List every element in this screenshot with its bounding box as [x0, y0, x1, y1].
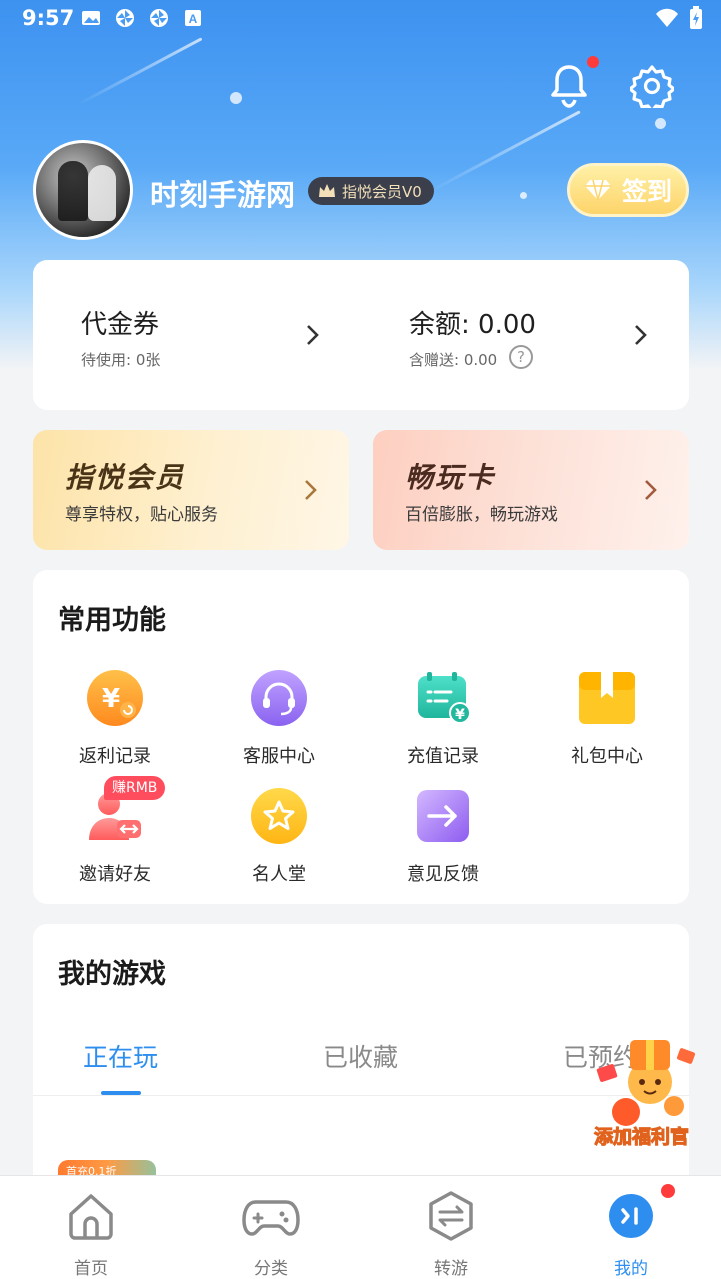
nav-mine[interactable]: 我的 [581, 1190, 681, 1279]
nav-home[interactable]: 首页 [41, 1190, 141, 1279]
nav-notification-dot [661, 1184, 675, 1198]
section-title: 常用功能 [58, 605, 166, 636]
vip-badge-label: 指悦会员V0 [342, 182, 422, 201]
wifi-icon [656, 8, 678, 27]
function-label: 充值记录 [407, 746, 479, 767]
checkin-label: 签到 [621, 177, 672, 206]
image-icon [82, 11, 100, 25]
chevron-right-icon [305, 480, 317, 500]
star-icon [251, 788, 307, 844]
username: 时刻手游网 [150, 178, 296, 212]
vip-level-badge[interactable]: 指悦会员V0 [308, 177, 434, 205]
home-icon [69, 1194, 113, 1240]
earn-rmb-badge: 赚RMB [104, 776, 166, 800]
bell-icon[interactable] [548, 62, 590, 108]
help-icon[interactable]: ? [509, 345, 533, 369]
vip-card-subtitle: 尊享特权，贴心服务 [65, 505, 218, 525]
crown-icon [319, 184, 335, 197]
chevron-right-icon [307, 325, 319, 345]
bottom-navigation: 首页 分类 转游 我的 [0, 1175, 721, 1279]
recharge-icon: ¥ [418, 672, 471, 724]
chevron-right-icon [645, 480, 657, 500]
pinwheel-icon [116, 9, 134, 27]
transfer-icon [429, 1191, 473, 1241]
checkin-button[interactable]: 签到 [567, 163, 689, 217]
function-label: 客服中心 [243, 746, 315, 767]
feedback-icon [417, 790, 469, 842]
function-label: 邀请好友 [79, 864, 151, 885]
vip-card-title: 指悦会员 [65, 461, 186, 494]
font-a-icon: A [185, 10, 201, 26]
play-card-subtitle: 百倍膨胀，畅玩游戏 [405, 505, 558, 525]
function-label: 意见反馈 [407, 864, 479, 885]
diamond-icon [584, 179, 611, 201]
function-gift-center[interactable]: 礼包中心 [547, 670, 667, 768]
voucher-title: 代金券 [81, 310, 160, 340]
battery-charging-icon [690, 6, 702, 29]
nav-label: 分类 [254, 1259, 288, 1279]
welfare-assistant-float[interactable]: 添加福利官 [590, 1036, 712, 1149]
welfare-label: 添加福利官 [593, 1126, 690, 1149]
function-hall-of-fame[interactable]: 名人堂 [219, 788, 339, 886]
vip-membership-card[interactable]: 指悦会员 尊享特权，贴心服务 [33, 430, 349, 550]
tab-playing[interactable]: 正在玩 [83, 1038, 158, 1074]
nav-label: 首页 [74, 1259, 108, 1279]
play-card-card[interactable]: 畅玩卡 百倍膨胀，畅玩游戏 [373, 430, 689, 550]
function-label: 返利记录 [79, 746, 151, 767]
function-invite-friends[interactable]: 邀请好友 [55, 788, 175, 886]
function-label: 名人堂 [252, 864, 306, 885]
balance-title: 余额: 0.00 [409, 310, 536, 340]
pinwheel-icon [150, 9, 168, 27]
nav-label: 我的 [614, 1259, 648, 1279]
svg-text:¥: ¥ [455, 707, 465, 723]
headset-icon [251, 670, 307, 726]
gift-box-icon [579, 672, 635, 724]
profile-icon [609, 1194, 653, 1238]
avatar[interactable] [33, 140, 133, 240]
nav-category[interactable]: 分类 [221, 1190, 321, 1279]
function-rebate-records[interactable]: ¥ 返利记录 [55, 670, 175, 768]
gift-mascot-icon [596, 1040, 696, 1126]
chevron-right-icon [635, 325, 647, 345]
function-feedback[interactable]: 意见反馈 [383, 788, 503, 886]
svg-text:¥: ¥ [102, 684, 120, 714]
status-bar: 9:57 A [0, 0, 721, 38]
function-customer-service[interactable]: 客服中心 [219, 670, 339, 768]
nav-transfer[interactable]: 转游 [401, 1190, 501, 1279]
section-title: 我的游戏 [58, 959, 166, 990]
play-card-title: 畅玩卡 [405, 461, 496, 494]
function-label: 礼包中心 [571, 746, 643, 767]
notification-dot [587, 56, 599, 68]
status-time: 9:57 [22, 6, 75, 30]
nav-label: 转游 [434, 1259, 468, 1279]
voucher-count: 待使用: 0张 [81, 351, 161, 369]
gear-icon[interactable] [630, 64, 674, 108]
gamepad-icon [242, 1200, 300, 1236]
svg-text:A: A [189, 12, 198, 26]
rebate-icon: ¥ [87, 670, 143, 726]
function-recharge-records[interactable]: ¥ 充值记录 [383, 670, 503, 768]
tab-favorites[interactable]: 已收藏 [323, 1038, 398, 1074]
wallet-card: 代金券 待使用: 0张 余额: 0.00 含赠送: 0.00 ? [33, 260, 689, 410]
bonus-balance: 含赠送: 0.00 [409, 351, 498, 369]
